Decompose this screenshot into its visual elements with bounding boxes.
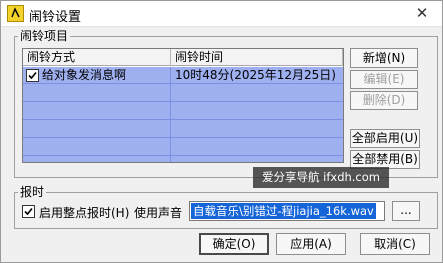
hourly-chime-checkbox[interactable] (22, 205, 35, 218)
watermark-overlay: 爱分享导航 ifxdh.com (253, 167, 389, 188)
alarm-list-body: 给对象发消息啊 10时48分(2025年12月25日) (23, 67, 343, 162)
add-button[interactable]: 新增(N) (350, 48, 418, 68)
close-icon: ✕ (415, 4, 429, 22)
close-button[interactable]: ✕ (410, 3, 434, 24)
chime-group-label: 报时 (18, 185, 47, 199)
alarm-time-cell: 10时48分(2025年12月25日) (175, 68, 336, 82)
column-header-time[interactable]: 闹铃时间 (171, 49, 343, 66)
alarm-app-icon (7, 5, 24, 22)
alarm-enabled-checkbox[interactable] (26, 69, 39, 82)
alarm-settings-dialog: 闹铃设置 ✕ 闹铃项目 闹铃方式 闹铃时间 给对象发消息啊 10时48分(202… (0, 0, 443, 263)
apply-button[interactable]: 应用(A) (276, 233, 346, 255)
edit-button[interactable]: 编辑(E) (350, 70, 418, 89)
ok-button[interactable]: 确定(O) (199, 233, 269, 255)
sound-label: 使用声音 (134, 206, 183, 220)
table-row (23, 139, 343, 156)
alarm-list-header: 闹铃方式 闹铃时间 (23, 49, 343, 66)
browse-button[interactable]: ... (392, 201, 420, 221)
check-icon (24, 207, 33, 216)
enable-all-button[interactable]: 全部启用(U) (350, 129, 420, 148)
table-row (23, 121, 343, 138)
hourly-chime-label[interactable]: 启用整点报时(H) (39, 204, 129, 221)
window-title: 闹铃设置 (29, 10, 82, 25)
alarm-items-group-label: 闹铃项目 (18, 29, 71, 43)
check-icon (28, 71, 37, 80)
table-row (23, 103, 343, 120)
sound-file-input[interactable]: 自载音乐\别错过-程jiajia_16k.wav (189, 201, 385, 221)
alarm-list[interactable]: 闹铃方式 闹铃时间 给对象发消息啊 10时48分(2025年12月25日) (22, 48, 344, 163)
title-bar: 闹铃设置 ✕ (1, 1, 442, 27)
delete-button[interactable]: 删除(D) (350, 91, 418, 110)
cancel-button[interactable]: 取消(C) (360, 233, 430, 255)
column-header-method[interactable]: 闹铃方式 (23, 49, 171, 66)
table-row (23, 85, 343, 102)
table-row[interactable]: 给对象发消息啊 10时48分(2025年12月25日) (23, 67, 343, 84)
alarm-method-cell: 给对象发消息啊 (42, 68, 127, 82)
sound-file-value: 自载音乐\别错过-程jiajia_16k.wav (191, 203, 376, 219)
